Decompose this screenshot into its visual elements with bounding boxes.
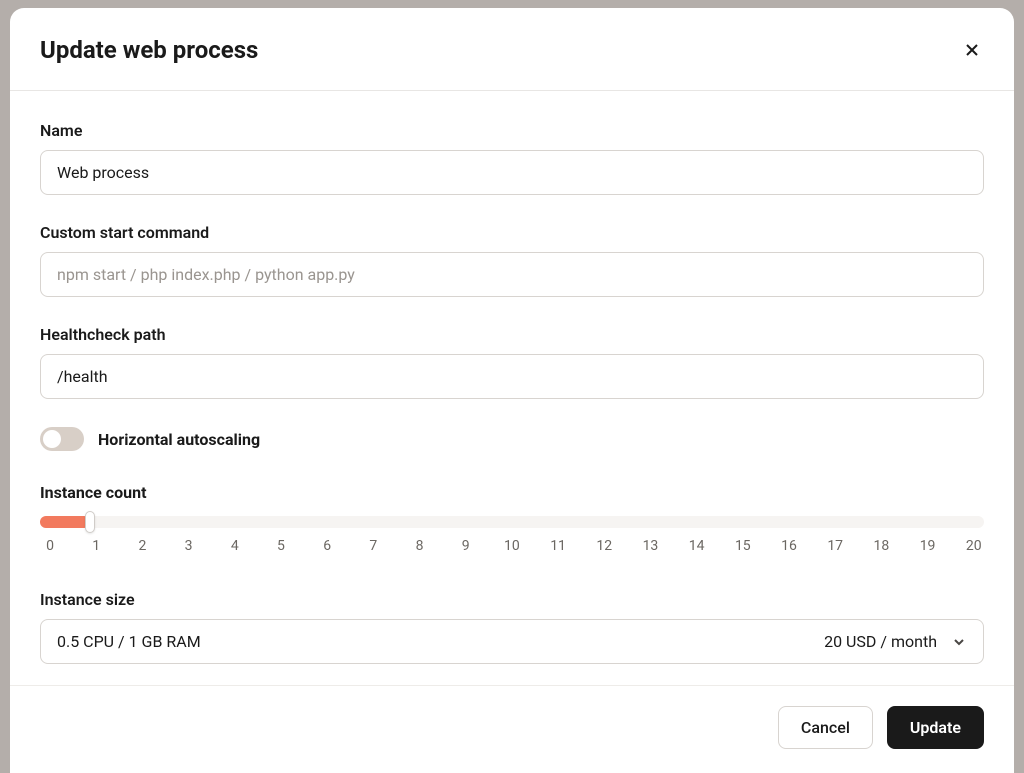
healthcheck-input[interactable] <box>40 354 984 399</box>
slider-ticks: 0 1 2 3 4 5 6 7 8 9 10 11 12 13 14 15 16… <box>40 538 984 554</box>
start-command-input[interactable] <box>40 252 984 297</box>
tick-label: 2 <box>132 538 152 554</box>
instance-size-group: Instance size 0.5 CPU / 1 GB RAM 20 USD … <box>40 590 984 664</box>
update-process-modal: Update web process Name Custom start com… <box>10 8 1014 773</box>
close-icon <box>964 42 980 58</box>
autoscaling-label: Horizontal autoscaling <box>98 430 260 449</box>
instance-count-label: Instance count <box>40 483 984 502</box>
name-label: Name <box>40 121 984 140</box>
modal-title: Update web process <box>40 36 258 64</box>
tick-label: 15 <box>733 538 753 554</box>
slider-track <box>40 516 984 528</box>
tick-label: 12 <box>594 538 614 554</box>
update-button[interactable]: Update <box>887 706 984 749</box>
modal-body: Name Custom start command Healthcheck pa… <box>10 91 1014 685</box>
tick-label: 19 <box>918 538 938 554</box>
autoscaling-toggle-row: Horizontal autoscaling <box>40 427 984 451</box>
instance-size-label: Instance size <box>40 590 984 609</box>
slider-thumb[interactable] <box>85 511 95 533</box>
healthcheck-field-group: Healthcheck path <box>40 325 984 399</box>
modal-footer: Cancel Update <box>10 685 1014 773</box>
tick-label: 7 <box>363 538 383 554</box>
tick-label: 10 <box>502 538 522 554</box>
tick-label: 18 <box>871 538 891 554</box>
name-input[interactable] <box>40 150 984 195</box>
tick-label: 6 <box>317 538 337 554</box>
instance-count-group: Instance count 0 1 2 3 4 5 6 7 8 9 10 11… <box>40 483 984 554</box>
tick-label: 16 <box>779 538 799 554</box>
cancel-button[interactable]: Cancel <box>778 706 873 749</box>
autoscaling-toggle[interactable] <box>40 427 84 451</box>
healthcheck-label: Healthcheck path <box>40 325 984 344</box>
tick-label: 4 <box>225 538 245 554</box>
tick-label: 5 <box>271 538 291 554</box>
tick-label: 14 <box>687 538 707 554</box>
close-button[interactable] <box>960 38 984 62</box>
tick-label: 8 <box>410 538 430 554</box>
tick-label: 9 <box>456 538 476 554</box>
tick-label: 13 <box>640 538 660 554</box>
chevron-down-icon <box>951 634 967 650</box>
tick-label: 11 <box>548 538 568 554</box>
slider-fill <box>40 516 90 528</box>
tick-label: 3 <box>179 538 199 554</box>
modal-header: Update web process <box>10 8 1014 91</box>
tick-label: 17 <box>825 538 845 554</box>
tick-label: 0 <box>40 538 60 554</box>
toggle-knob <box>43 430 61 448</box>
start-command-label: Custom start command <box>40 223 984 242</box>
instance-size-price: 20 USD / month <box>824 632 937 651</box>
tick-label: 1 <box>86 538 106 554</box>
instance-count-slider[interactable] <box>40 516 984 528</box>
name-field-group: Name <box>40 121 984 195</box>
instance-size-right: 20 USD / month <box>824 632 967 651</box>
instance-size-value: 0.5 CPU / 1 GB RAM <box>57 632 201 651</box>
instance-size-select[interactable]: 0.5 CPU / 1 GB RAM 20 USD / month <box>40 619 984 664</box>
start-command-field-group: Custom start command <box>40 223 984 297</box>
tick-label: 20 <box>964 538 984 554</box>
